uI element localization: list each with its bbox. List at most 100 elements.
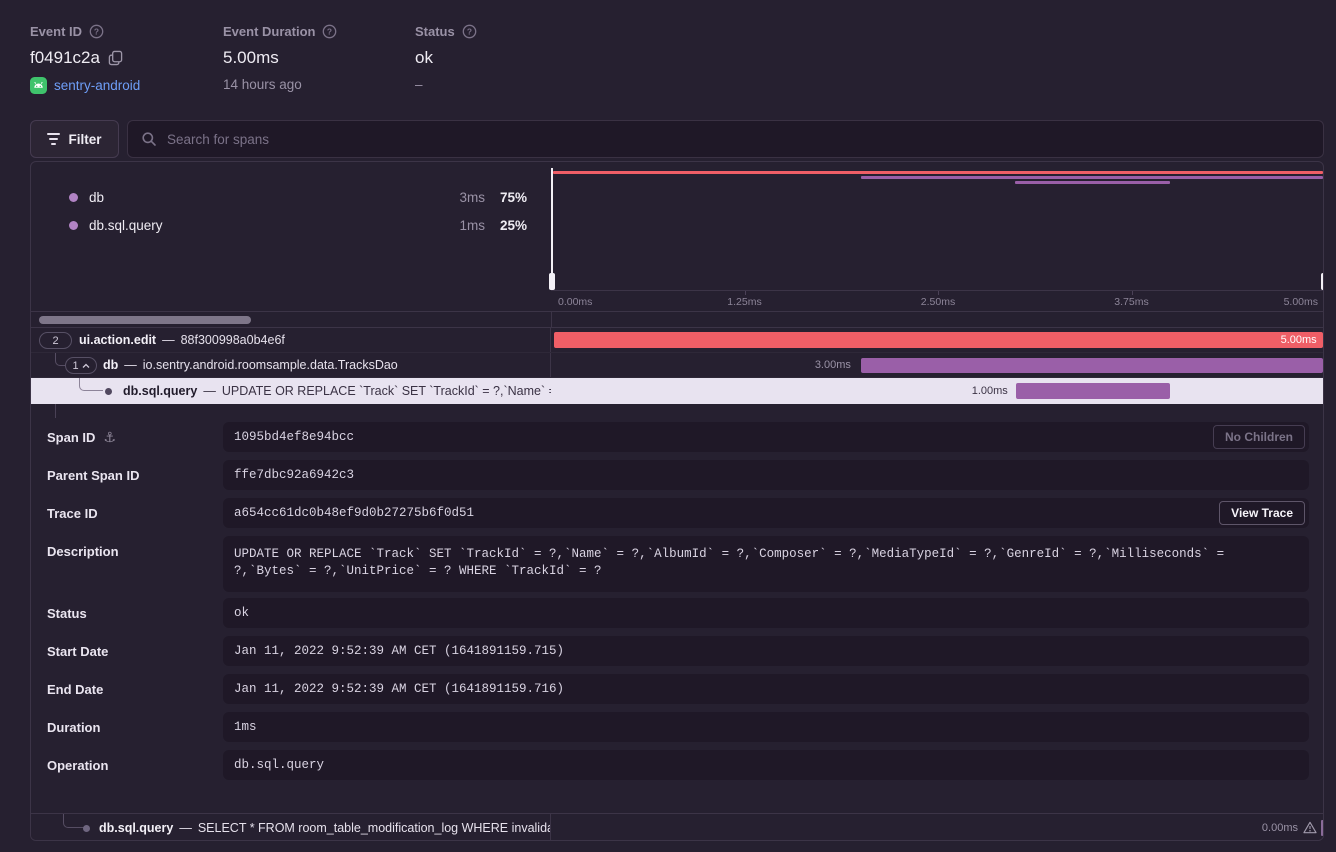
status-value-box: ok xyxy=(223,598,1309,628)
warning-icon xyxy=(1303,821,1317,834)
axis-tick-label: 5.00ms xyxy=(1284,296,1318,308)
span-row-ui-action-edit[interactable]: 2 ui.action.edit — 88f300998a0b4e6f 5.00… xyxy=(31,328,1324,353)
event-duration-value: 5.00ms xyxy=(223,48,279,68)
end-date-value: Jan 11, 2022 9:52:39 AM CET (1641891159.… xyxy=(234,682,564,696)
question-icon[interactable]: ? xyxy=(89,24,104,39)
children-count-badge-expanded[interactable]: 1 xyxy=(65,357,97,374)
span-status-value: ok xyxy=(234,606,249,620)
parent-span-id-value-box: ffe7dbc92a6942c3 xyxy=(223,460,1309,490)
duration-value-box: 1ms xyxy=(223,712,1309,742)
trace-minimap: 0.00ms 1.25ms 2.50ms 3.75ms 5.00ms xyxy=(551,162,1324,311)
legend-item-db: db 3ms 75% xyxy=(31,183,551,211)
question-icon[interactable]: ? xyxy=(322,24,337,39)
tree-scrollbar-thumb[interactable] xyxy=(39,316,251,324)
span-duration-label: 3.00ms xyxy=(815,353,851,378)
event-duration-label: Event Duration xyxy=(223,24,315,39)
span-duration-bar-zero xyxy=(1321,820,1324,836)
span-row-db-sql-query-select[interactable]: db.sql.query — SELECT * FROM room_table_… xyxy=(31,813,1324,841)
minimap-left-handle[interactable] xyxy=(551,168,553,291)
copy-icon[interactable] xyxy=(108,50,123,66)
minimap-span-bar xyxy=(861,176,1323,179)
event-id-label-row: Event ID ? xyxy=(30,24,140,39)
filter-button-label: Filter xyxy=(68,132,101,147)
detail-label: Start Date xyxy=(47,644,108,659)
leaf-node-dot xyxy=(105,388,112,395)
trace-id-value: a654cc61dc0b48ef9d0b27275b6f0d51 xyxy=(234,506,474,520)
end-date-value-box: Jan 11, 2022 9:52:39 AM CET (1641891159.… xyxy=(223,674,1309,704)
span-search xyxy=(127,120,1324,158)
svg-text:?: ? xyxy=(467,27,472,37)
axis-tick-label: 3.75ms xyxy=(1114,296,1148,308)
span-duration-label: 5.00ms xyxy=(1281,332,1317,348)
span-id-value-box: 1095bd4ef8e94bcc No Children xyxy=(223,422,1309,452)
minimap-span-bar xyxy=(1015,181,1170,184)
span-tree-panel: db 3ms 75% db.sql.query 1ms 25% 0.00m xyxy=(30,161,1324,841)
op-percentage: 25% xyxy=(500,218,527,233)
svg-text:?: ? xyxy=(327,27,332,37)
event-duration-block: Event Duration ? 5.00ms 14 hours ago xyxy=(223,24,337,92)
span-row-db[interactable]: 1 db — io.sentry.android.roomsample.data… xyxy=(31,353,1324,378)
anchor-icon[interactable]: ⚓ xyxy=(103,429,116,446)
tree-scrollbar-track xyxy=(31,311,1324,328)
question-icon[interactable]: ? xyxy=(462,24,477,39)
event-id-label: Event ID xyxy=(30,24,82,39)
span-description: SELECT * FROM room_table_modification_lo… xyxy=(198,821,551,835)
trace-id-value-box: a654cc61dc0b48ef9d0b27275b6f0d51 View Tr… xyxy=(223,498,1309,528)
description-value: UPDATE OR REPLACE `Track` SET `TrackId` … xyxy=(234,547,1224,578)
span-duration-bar: 5.00ms xyxy=(554,332,1322,348)
time-axis: 0.00ms 1.25ms 2.50ms 3.75ms 5.00ms xyxy=(551,290,1324,311)
children-count-badge[interactable]: 2 xyxy=(39,332,72,349)
status-value: ok xyxy=(415,48,433,68)
op-color-dot xyxy=(69,221,78,230)
search-input[interactable] xyxy=(167,132,1310,147)
detail-label: End Date xyxy=(47,682,103,697)
status-label: Status xyxy=(415,24,455,39)
svg-text:?: ? xyxy=(94,27,99,37)
span-op: db xyxy=(103,358,118,372)
span-duration-value: 1ms xyxy=(234,720,257,734)
span-op: db.sql.query xyxy=(99,821,173,835)
detail-label: Operation xyxy=(47,758,108,773)
description-value-box: UPDATE OR REPLACE `Track` SET `TrackId` … xyxy=(223,536,1309,592)
axis-tick-label: 1.25ms xyxy=(727,296,761,308)
axis-tick-label: 2.50ms xyxy=(921,296,955,308)
span-duration-bar xyxy=(861,358,1322,373)
span-description: io.sentry.android.roomsample.data.Tracks… xyxy=(143,358,398,372)
axis-tick-label: 0.00ms xyxy=(558,296,592,308)
operation-value: db.sql.query xyxy=(234,758,324,772)
op-duration: 1ms xyxy=(459,218,485,233)
project-link[interactable]: sentry-android xyxy=(54,78,140,93)
filter-icon xyxy=(47,133,60,145)
detail-label: Duration xyxy=(47,720,100,735)
search-icon xyxy=(141,131,157,147)
tree-connector-line xyxy=(55,404,56,418)
minimap-right-handle[interactable] xyxy=(1323,168,1324,291)
op-percentage: 75% xyxy=(500,190,527,205)
span-row-db-sql-query-selected[interactable]: db.sql.query — UPDATE OR REPLACE `Track`… xyxy=(31,378,1324,404)
operation-value-box: db.sql.query xyxy=(223,750,1309,780)
op-name: db.sql.query xyxy=(89,218,163,233)
event-id-value: f0491c2a xyxy=(30,48,100,68)
android-platform-icon xyxy=(30,77,47,94)
detail-label: Description xyxy=(47,544,119,559)
leaf-node-dot xyxy=(83,825,90,832)
detail-label: Status xyxy=(47,606,87,621)
span-op: ui.action.edit xyxy=(79,333,156,347)
span-detail-view: Event ID ? f0491c2a sentry-android Event… xyxy=(0,0,1336,852)
status-sub: – xyxy=(415,77,423,92)
op-duration: 3ms xyxy=(459,190,485,205)
span-description: UPDATE OR REPLACE `Track` SET `TrackId` … xyxy=(222,384,551,398)
span-op: db.sql.query xyxy=(123,384,197,398)
event-time-ago: 14 hours ago xyxy=(223,77,302,92)
filter-button[interactable]: Filter xyxy=(30,120,119,158)
toolbar: Filter xyxy=(30,120,1324,158)
start-date-value: Jan 11, 2022 9:52:39 AM CET (1641891159.… xyxy=(234,644,564,658)
minimap-span-bar xyxy=(553,171,1322,174)
view-trace-button[interactable]: View Trace xyxy=(1219,501,1305,525)
no-children-button[interactable]: No Children xyxy=(1213,425,1305,449)
ops-breakdown-legend: db 3ms 75% db.sql.query 1ms 25% xyxy=(31,162,551,311)
event-id-block: Event ID ? f0491c2a sentry-android xyxy=(30,24,140,94)
span-id-value: 1095bd4ef8e94bcc xyxy=(234,430,354,444)
detail-label: Span ID xyxy=(47,430,95,445)
chevron-up-icon xyxy=(82,363,90,369)
